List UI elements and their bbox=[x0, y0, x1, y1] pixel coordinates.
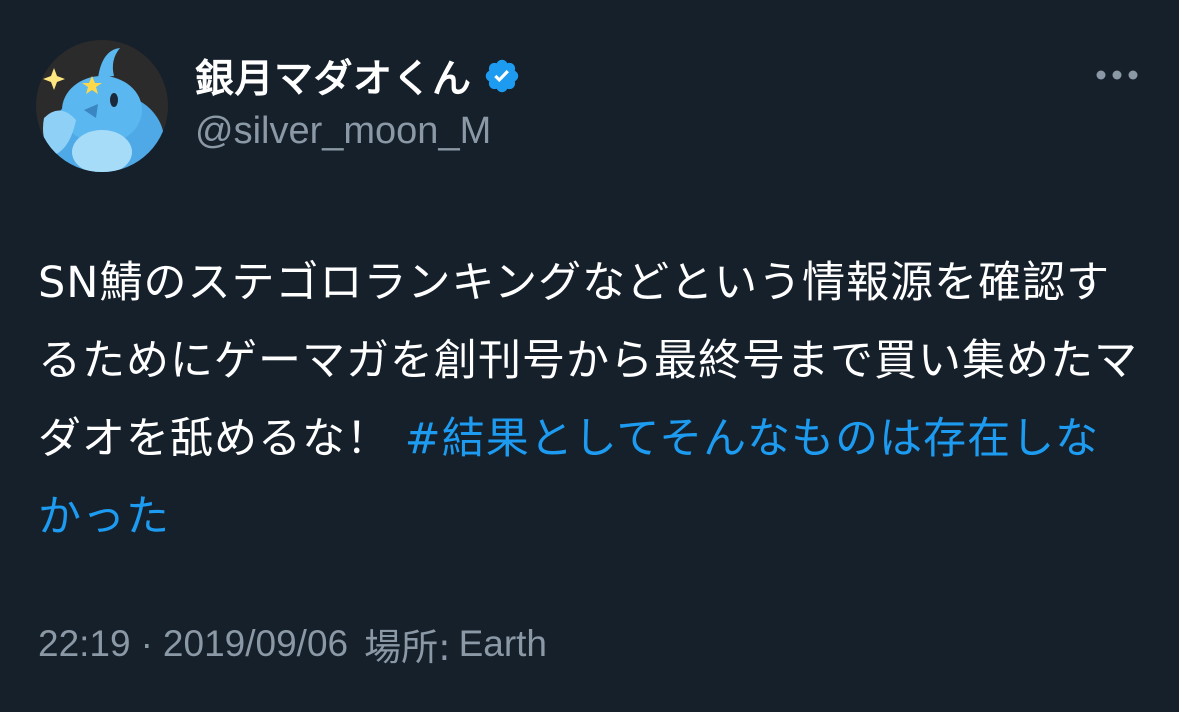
blue-bird-avatar-icon bbox=[36, 40, 168, 172]
verified-badge-icon bbox=[482, 56, 522, 96]
location-value[interactable]: Earth bbox=[459, 623, 547, 665]
tweet-time[interactable]: 22:19 bbox=[38, 623, 131, 665]
tweet-date[interactable]: 2019/09/06 bbox=[163, 623, 348, 665]
location-label: 場所: bbox=[364, 626, 451, 669]
tweet-card: 銀月マダオくん @silver_moon_M SN鯖のステゴロランキングなどとい… bbox=[0, 0, 1179, 712]
user-handle[interactable]: @silver_moon_M bbox=[195, 110, 491, 153]
tweet-text: SN鯖のステゴロランキングなどという情報源を確認するためにゲーマガを創刊号から最… bbox=[38, 244, 1143, 556]
meta-separator: · bbox=[140, 623, 153, 664]
display-name[interactable]: 銀月マダオくん bbox=[195, 48, 472, 104]
more-options-icon[interactable] bbox=[1095, 60, 1139, 90]
avatar[interactable] bbox=[36, 40, 168, 172]
tweet-meta: 22:19 · 2019/09/06 場所: Earth bbox=[38, 614, 547, 674]
display-name-row: 銀月マダオくん bbox=[195, 50, 522, 102]
